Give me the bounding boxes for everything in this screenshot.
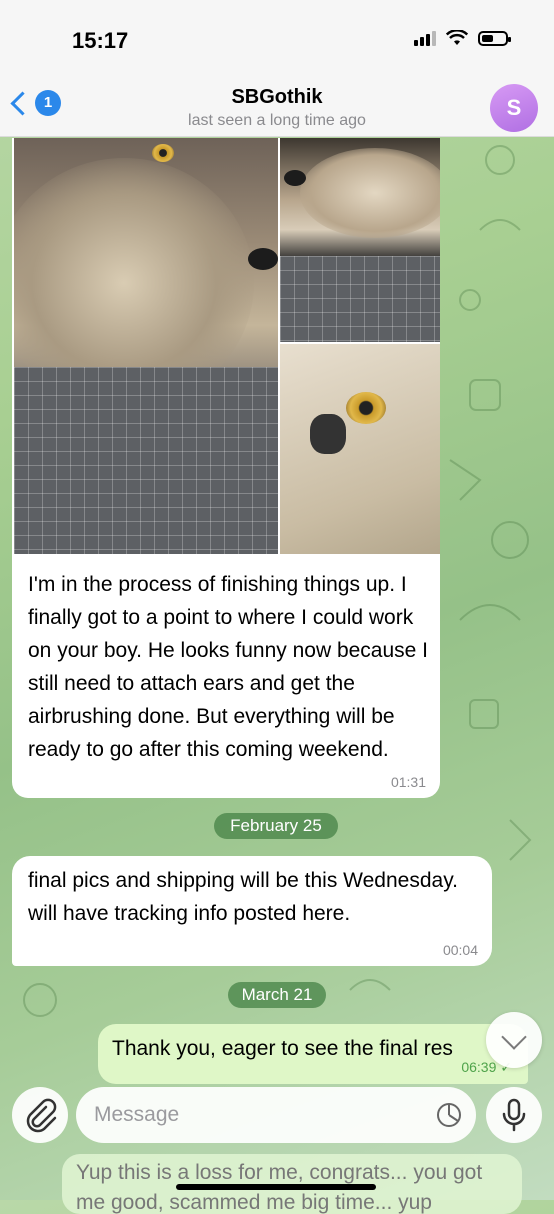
message-time: 01:31	[390, 774, 426, 790]
status-bar: 15:17	[0, 0, 554, 80]
chevron-down-icon	[501, 1024, 527, 1050]
photo-wolf-head-side[interactable]	[14, 138, 278, 554]
signal-icon	[414, 30, 436, 46]
microphone-icon	[502, 1098, 526, 1132]
sticker-icon[interactable]	[436, 1102, 462, 1128]
photo-album	[12, 138, 440, 554]
message-input[interactable]	[76, 1087, 476, 1143]
message-bubble-incoming[interactable]: final pics and shipping will be this Wed…	[12, 856, 492, 966]
contact-name[interactable]: SBGothik	[0, 86, 554, 109]
message-bubble-incoming[interactable]: I'm in the process of finishing things u…	[12, 138, 440, 798]
message-time-label: 06:39	[461, 1059, 497, 1075]
date-separator: March 21	[228, 982, 326, 1008]
microphone-button[interactable]	[486, 1087, 542, 1143]
date-separator: February 25	[214, 813, 338, 839]
wolf-eye	[152, 144, 174, 162]
input-bar: Yup this is a loss for me, congrats... y…	[0, 1082, 554, 1214]
wolf-nose	[284, 170, 306, 186]
photo-wolf-eye-closeup[interactable]	[280, 344, 440, 554]
wifi-icon	[446, 30, 468, 45]
battery-level	[482, 34, 493, 42]
wolf-eye	[346, 392, 386, 424]
message-bubble-outgoing[interactable]: Thank you, eager to see the final res 06…	[98, 1024, 528, 1084]
status-time: 15:17	[72, 28, 129, 53]
status-icons	[414, 30, 511, 46]
contact-status: last seen a long time ago	[188, 112, 366, 129]
message-text: I'm in the process of finishing things u…	[28, 573, 429, 761]
wolf-nose	[248, 248, 278, 270]
battery-icon	[478, 30, 511, 46]
message-text: final pics and shipping will be this Wed…	[28, 869, 458, 925]
avatar[interactable]: S	[490, 84, 538, 132]
photo-wolf-head-front[interactable]	[280, 138, 440, 342]
attach-button[interactable]	[12, 1087, 68, 1143]
home-indicator	[176, 1184, 376, 1190]
message-time: 00:04	[442, 942, 478, 958]
scroll-down-button[interactable]	[486, 1012, 542, 1068]
paperclip-icon	[26, 1098, 57, 1133]
chat-header: 1 SBGothik last seen a long time ago S	[0, 80, 554, 137]
